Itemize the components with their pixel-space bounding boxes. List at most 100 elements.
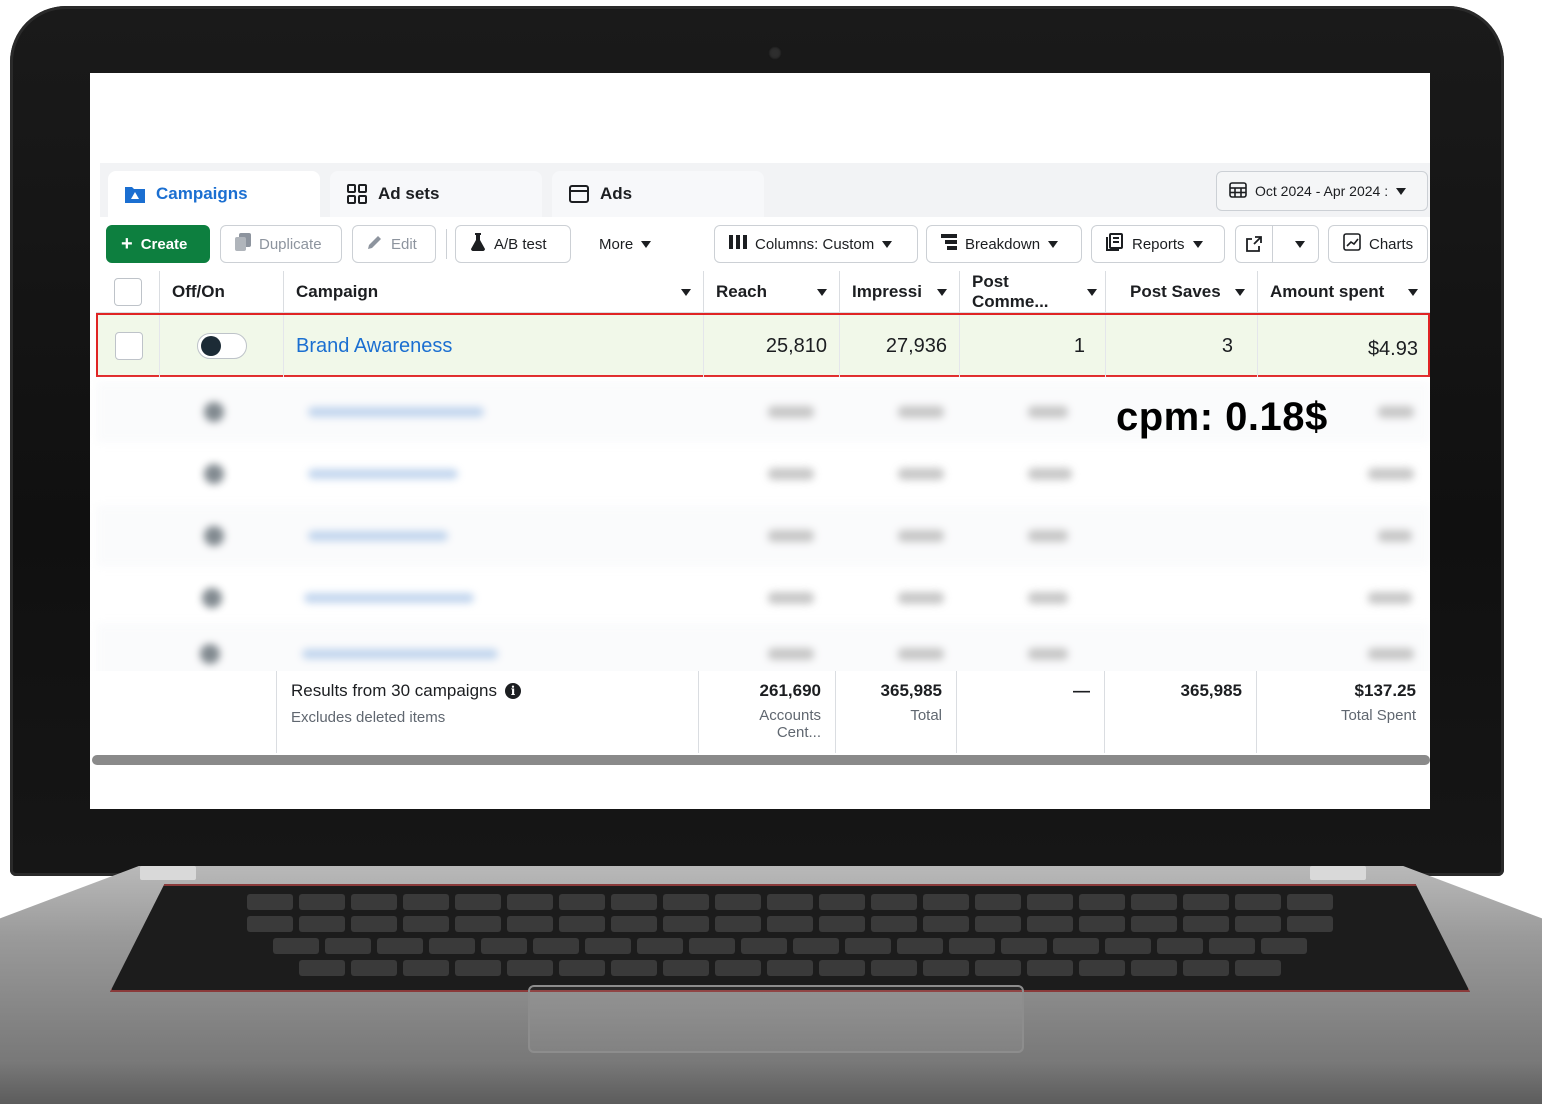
reports-button[interactable]: Reports bbox=[1091, 225, 1225, 263]
edit-label: Edit bbox=[391, 235, 417, 253]
summary-post-comments-cell: — bbox=[956, 671, 1104, 753]
post-saves-cell: 3 bbox=[1106, 315, 1258, 377]
column-post-saves[interactable]: Post Saves bbox=[1106, 271, 1258, 313]
summary-reach-value: 261,690 bbox=[759, 681, 821, 700]
summary-post-saves-value: 365,985 bbox=[1180, 681, 1242, 700]
edit-button[interactable]: Edit bbox=[352, 225, 436, 263]
duplicate-icon bbox=[235, 233, 251, 255]
laptop-front-edge bbox=[0, 1060, 1542, 1104]
toggle-dot[interactable] bbox=[204, 464, 224, 484]
more-button[interactable]: More bbox=[584, 225, 664, 263]
keyboard-row bbox=[112, 916, 1468, 932]
sort-caret-icon bbox=[1235, 288, 1245, 296]
date-range-label: Oct 2024 - Apr 2024 : bbox=[1255, 183, 1389, 199]
table-row-blurred[interactable] bbox=[96, 567, 1430, 629]
duplicate-button[interactable]: Duplicate bbox=[220, 225, 342, 263]
summary-amount-spent-value: $137.25 bbox=[1354, 681, 1416, 700]
export-split-button bbox=[1235, 225, 1319, 263]
summary-impressions-cell: 365,985 Total bbox=[835, 671, 956, 753]
breakdown-label: Breakdown bbox=[965, 235, 1041, 253]
summary-subtitle: Excludes deleted items bbox=[291, 709, 446, 726]
header-label: Impressi bbox=[852, 282, 922, 301]
chevron-down-icon bbox=[1192, 240, 1203, 248]
export-button[interactable] bbox=[1236, 225, 1274, 263]
toggle-dot[interactable] bbox=[204, 526, 224, 546]
info-icon[interactable]: i bbox=[504, 683, 521, 699]
charts-button[interactable]: Charts bbox=[1328, 225, 1428, 263]
header-label: Post Saves bbox=[1130, 282, 1221, 301]
reach-value: 25,810 bbox=[765, 334, 827, 357]
chevron-down-icon bbox=[1048, 240, 1059, 248]
chevron-down-icon bbox=[1294, 240, 1305, 248]
tab-label: Ads bbox=[600, 184, 633, 203]
columns-button[interactable]: Columns: Custom bbox=[714, 225, 918, 263]
table-header: Off/On Campaign Reach Impressi Post Comm… bbox=[96, 271, 1430, 313]
summary-title: Results from 30 campaigns bbox=[291, 681, 497, 700]
hinge-left bbox=[140, 866, 196, 880]
select-all-cell bbox=[96, 271, 160, 313]
laptop-screen: Campaigns Ad sets Ads Oct 2024 - Apr 202… bbox=[90, 73, 1430, 809]
keyboard-row bbox=[112, 938, 1468, 954]
header-label: Post Comme... bbox=[972, 272, 1049, 311]
tab-campaigns[interactable]: Campaigns bbox=[108, 171, 320, 217]
plus-icon: + bbox=[121, 233, 133, 255]
cpm-annotation: cpm: 0.18$ bbox=[1116, 395, 1328, 439]
breakdown-button[interactable]: Breakdown bbox=[926, 225, 1082, 263]
more-label: More bbox=[599, 235, 634, 253]
header-label: Reach bbox=[716, 282, 768, 301]
column-reach[interactable]: Reach bbox=[704, 271, 840, 313]
amount-spent-value: $4.93 bbox=[1367, 337, 1418, 360]
grid-icon bbox=[346, 184, 368, 204]
export-menu-button[interactable] bbox=[1281, 225, 1318, 263]
webcam-icon bbox=[768, 46, 782, 60]
flask-icon bbox=[470, 233, 486, 255]
table-row-blurred[interactable] bbox=[96, 505, 1430, 567]
sort-caret-icon bbox=[681, 288, 691, 296]
horizontal-scrollbar[interactable] bbox=[92, 755, 1430, 765]
chevron-down-icon bbox=[641, 240, 652, 248]
ab-test-button[interactable]: A/B test bbox=[455, 225, 571, 263]
tab-ad-sets[interactable]: Ad sets bbox=[330, 171, 542, 217]
header-label: Amount spent bbox=[1270, 282, 1385, 301]
pencil-icon bbox=[367, 234, 383, 254]
campaign-toggle[interactable] bbox=[196, 333, 247, 359]
columns-icon bbox=[729, 235, 747, 253]
summary-reach-cell: 261,690 Accounts Cent... bbox=[698, 671, 835, 753]
toggle-dot[interactable] bbox=[202, 588, 222, 608]
create-button[interactable]: + Create bbox=[106, 225, 210, 263]
hinge-right bbox=[1310, 866, 1366, 880]
amount-spent-cell: $4.93 bbox=[1258, 315, 1430, 377]
ad-window-icon bbox=[568, 184, 590, 204]
header-label: Campaign bbox=[296, 282, 379, 301]
summary-amount-spent-cell: $137.25 Total Spent bbox=[1256, 671, 1430, 753]
reports-label: Reports bbox=[1132, 235, 1185, 253]
column-impressions[interactable]: Impressi bbox=[840, 271, 960, 313]
date-range-picker[interactable]: Oct 2024 - Apr 2024 : bbox=[1216, 171, 1428, 211]
column-amount-spent[interactable]: Amount spent bbox=[1258, 271, 1430, 313]
impressions-cell: 27,936 bbox=[840, 315, 960, 377]
column-off-on[interactable]: Off/On bbox=[160, 271, 284, 313]
toggle-dot[interactable] bbox=[200, 644, 220, 664]
campaign-name-link[interactable]: Brand Awareness bbox=[296, 335, 452, 358]
impressions-value: 27,936 bbox=[885, 334, 947, 357]
table-row-blurred[interactable] bbox=[96, 443, 1430, 505]
sort-caret-icon bbox=[937, 288, 947, 296]
row-checkbox[interactable] bbox=[114, 332, 143, 360]
column-campaign[interactable]: Campaign bbox=[284, 271, 704, 313]
campaign-folder-icon bbox=[124, 184, 146, 204]
sort-caret-icon bbox=[817, 288, 827, 296]
sort-caret-icon bbox=[1408, 288, 1418, 296]
reach-cell: 25,810 bbox=[704, 315, 840, 377]
tab-ads[interactable]: Ads bbox=[552, 171, 764, 217]
breakdown-icon bbox=[941, 234, 957, 254]
keyboard-row bbox=[112, 960, 1468, 976]
select-all-checkbox[interactable] bbox=[113, 278, 142, 306]
summary-impressions-value: 365,985 bbox=[880, 681, 942, 700]
post-comments-value: 1 bbox=[1073, 334, 1085, 357]
table-row-brand-awareness[interactable]: Brand Awareness 25,810 27,936 1 3 $4.93 bbox=[96, 313, 1430, 377]
keyboard bbox=[110, 884, 1470, 992]
summary-impressions-note: Total bbox=[910, 707, 942, 724]
column-post-comments[interactable]: Post Comme... bbox=[960, 271, 1106, 313]
toggle-dot[interactable] bbox=[204, 402, 224, 422]
header-label: Off/On bbox=[172, 282, 225, 301]
